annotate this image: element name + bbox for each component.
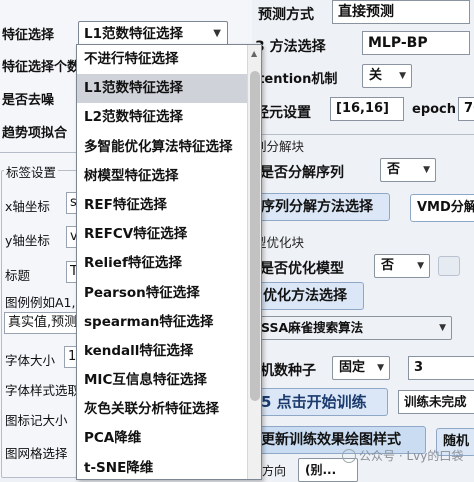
dropdown-option[interactable]: kendall特征选择	[77, 337, 261, 366]
chevron-down-icon: ▼	[417, 261, 424, 271]
predict-mode-label: 预测方式	[258, 7, 314, 23]
seed-label: 机数种子	[260, 363, 316, 379]
dropdown-option[interactable]: MIC互信息特征选择	[77, 366, 261, 395]
feature-select-value: L1范数特征选择	[84, 26, 183, 42]
dropdown-option[interactable]: Relief特征选择	[77, 249, 261, 278]
decomp-label: 是否分解序列	[260, 165, 344, 181]
train-status: 训练未完成	[398, 390, 474, 414]
wechat-icon	[342, 449, 356, 463]
dropdown-option[interactable]: Pearson特征选择	[77, 279, 261, 308]
method-value[interactable]: MLP-BP	[362, 31, 470, 55]
epoch-input[interactable]: 76	[458, 97, 474, 121]
bottom-label: 方向	[262, 464, 287, 478]
opt-combo[interactable]: 否 ▼	[374, 254, 430, 278]
title-label: 标题	[5, 268, 31, 283]
x-axis-label: x轴坐标	[5, 199, 50, 214]
dropdown-options: 不进行特征选择 L1范数特征选择 L2范数特征选择 多智能优化算法特征选择 树模型特征选…	[77, 45, 261, 479]
scroll-up-icon[interactable]: ▲	[251, 49, 257, 58]
label-settings-title: 标签设置	[4, 162, 59, 181]
seed-input[interactable]: 3	[408, 356, 474, 380]
attention-combo[interactable]: 关 ▼	[362, 64, 412, 88]
attention-label: ttention机制	[252, 72, 338, 87]
opt-label: 是否优化模型	[260, 261, 344, 277]
trend-fit-label: 趋势项拟合	[2, 126, 68, 141]
dropdown-option[interactable]: REF特征选择	[77, 191, 261, 220]
dropdown-option[interactable]: L1范数特征选择	[77, 74, 261, 104]
dropdown-option[interactable]: L2范数特征选择	[77, 103, 261, 132]
dropdown-option[interactable]: t-SNE降维	[77, 454, 261, 479]
denoise-label: 是否去噪	[2, 93, 55, 108]
marker-size-label: 图标记大小	[5, 413, 68, 428]
start-training-button[interactable]: 5 点击开始训练	[254, 388, 388, 416]
chevron-down-icon: ▼	[377, 363, 384, 373]
predict-mode-value[interactable]: 直接预测	[332, 0, 470, 24]
chevron-down-icon: ▼	[423, 165, 430, 175]
chevron-down-icon: ▼	[439, 323, 446, 333]
attention-value: 关	[369, 68, 383, 83]
neuron-input[interactable]: [16,16]	[330, 97, 404, 121]
dropdown-option[interactable]: 树模型特征选择	[77, 162, 261, 191]
method-label: 3 方法选择	[255, 39, 326, 55]
dropdown-option[interactable]: 多智能优化算法特征选择	[77, 133, 261, 162]
font-size-label: 字体大小	[5, 353, 56, 368]
dropdown-option[interactable]: 灰色关联分析特征选择	[77, 395, 261, 424]
vmd-button[interactable]: VMD分解	[410, 194, 474, 222]
epoch-label: epoch	[412, 102, 457, 117]
legend-label: 图例例如A1,	[5, 295, 76, 310]
algo-combo[interactable]: SSA麻雀搜索算法 ▼	[254, 316, 452, 340]
chevron-down-icon: ▼	[399, 71, 406, 81]
seed-mode-combo[interactable]: 固定 ▼	[332, 356, 390, 380]
decomp-value: 否	[387, 162, 401, 177]
y-axis-label: y轴坐标	[5, 233, 50, 248]
scroll-thumb[interactable]	[250, 71, 260, 401]
opt-help-button[interactable]	[438, 256, 460, 276]
decomp-method-button[interactable]: 序列分解方法选择	[254, 193, 390, 221]
feature-select-label: 特征选择	[2, 28, 55, 43]
dropdown-option[interactable]: REFCV特征选择	[77, 220, 261, 249]
watermark: 公众号 · Lvy的口袋	[342, 447, 463, 464]
dropdown-scrollbar[interactable]: ▲	[247, 45, 261, 479]
chevron-down-icon: ▼	[213, 28, 221, 39]
dropdown-option[interactable]: 不进行特征选择	[77, 45, 261, 74]
section-divider	[252, 134, 474, 135]
right-panel: 预测方式 直接预测 3 方法选择 MLP-BP ttention机制 关 ▼ 经…	[252, 0, 474, 482]
bottom-combo-value: (别...	[305, 463, 337, 477]
feature-count-label: 特征选择个数	[2, 60, 81, 75]
grid-label: 图网格选择	[5, 446, 68, 461]
opt-value: 否	[381, 258, 395, 273]
algo-value: SSA麻雀搜索算法	[261, 320, 364, 335]
dropdown-option[interactable]: PCA降维	[77, 424, 261, 453]
decomp-combo[interactable]: 否 ▼	[380, 158, 436, 182]
neuron-label: 经元设置	[255, 105, 311, 121]
font-style-label: 字体样式选取	[5, 383, 81, 398]
seed-mode-value: 固定	[339, 360, 366, 375]
dropdown-option[interactable]: spearman特征选择	[77, 308, 261, 337]
watermark-text: 公众号 · Lvy的口袋	[359, 449, 464, 463]
opt-method-button[interactable]: 优化方法选择	[256, 282, 364, 310]
feature-select-dropdown[interactable]: 不进行特征选择 L1范数特征选择 L2范数特征选择 多智能优化算法特征选择 树模型特征选…	[76, 44, 262, 480]
